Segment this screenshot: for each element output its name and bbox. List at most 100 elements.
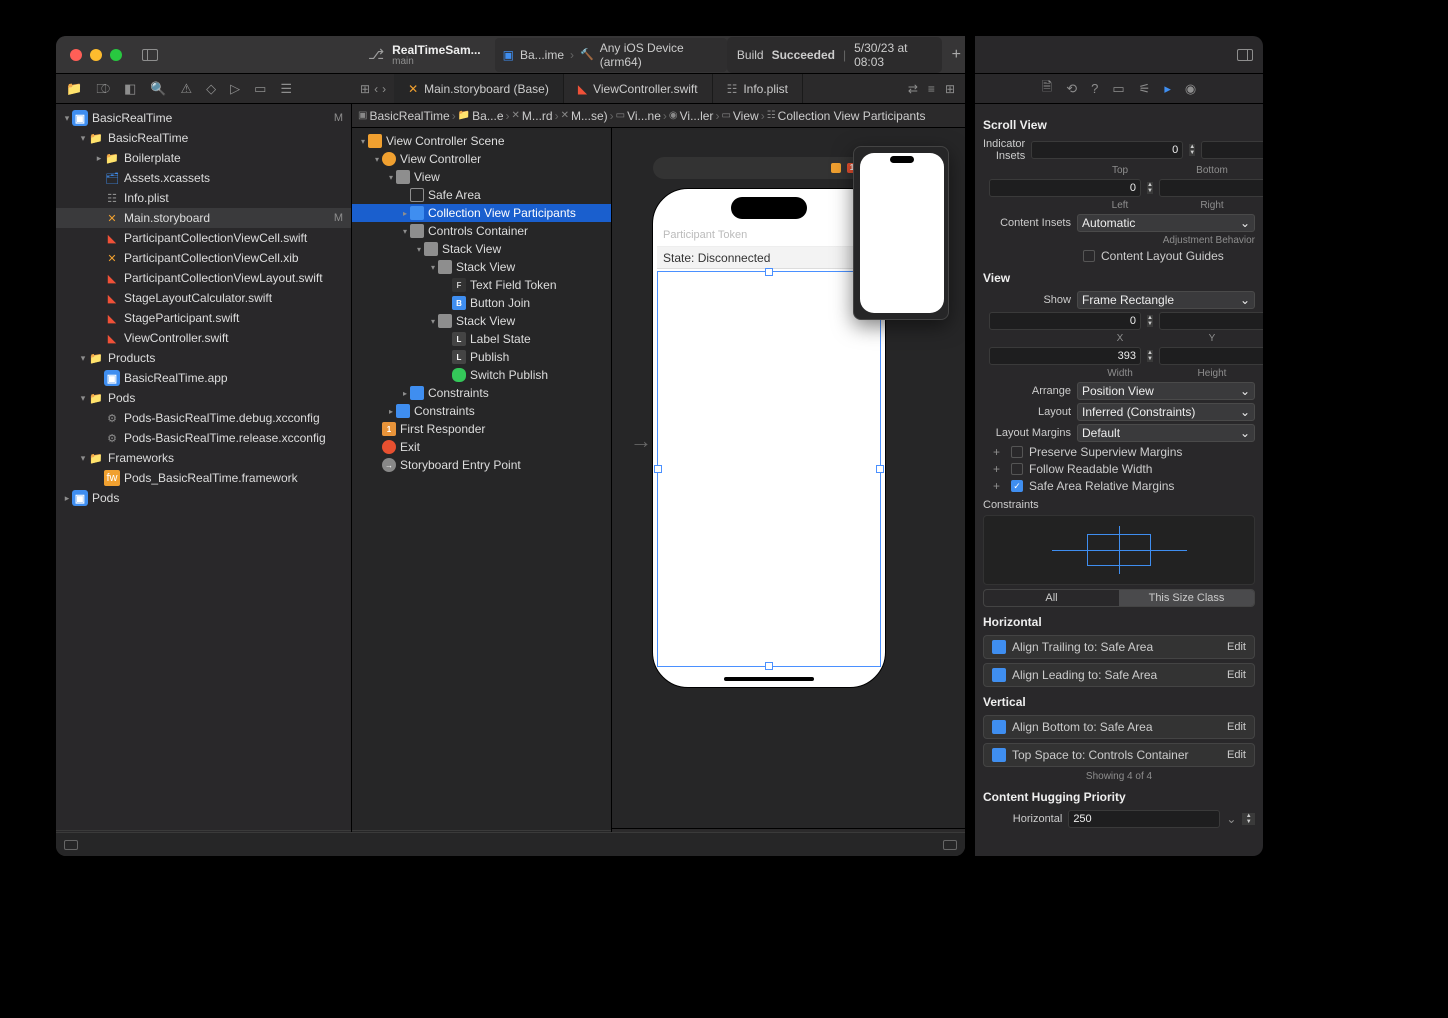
nav-item[interactable]: ◣StageLayoutCalculator.swift: [56, 288, 351, 308]
jump-bar[interactable]: ▣ BasicRealTime›📁 Ba...e›✕ M...rd›✕ M...…: [352, 104, 965, 128]
jump-bar-segment[interactable]: ☷ Collection View Participants: [767, 109, 926, 123]
tab-infoplist[interactable]: ☷ Info.plist: [713, 74, 803, 103]
constraint-bottom[interactable]: Align Bottom to: Safe Area Edit: [983, 715, 1255, 739]
help-inspector-icon[interactable]: ?: [1091, 81, 1098, 96]
build-status[interactable]: Build Succeeded | 5/30/23 at 08:03: [727, 37, 942, 73]
forward-button[interactable]: ›: [382, 82, 386, 96]
symbol-navigator-icon[interactable]: ◧: [124, 81, 136, 97]
outline-item[interactable]: LPublish: [352, 348, 611, 366]
toggle-navigator-icon[interactable]: [142, 49, 158, 61]
tab-viewcontroller[interactable]: ◣ ViewController.swift: [564, 74, 713, 103]
breakpoint-navigator-icon[interactable]: ▭: [254, 81, 266, 97]
related-items-icon[interactable]: ⇄: [908, 82, 918, 96]
jump-bar-segment[interactable]: 📁 Ba...e: [458, 109, 504, 123]
constraint-trailing[interactable]: Align Trailing to: Safe Area Edit: [983, 635, 1255, 659]
edit-button[interactable]: Edit: [1227, 669, 1246, 681]
close-button[interactable]: [70, 49, 82, 61]
edit-button[interactable]: Edit: [1227, 641, 1246, 653]
jump-bar-segment[interactable]: ▭ Vi...ne: [616, 109, 661, 123]
tab-main-storyboard[interactable]: ✕ Main.storyboard (Base): [394, 74, 564, 103]
test-navigator-icon[interactable]: ◇: [206, 81, 216, 97]
nav-item[interactable]: ▸▣Pods: [56, 488, 351, 508]
outline-tree[interactable]: ▾View Controller Scene▾View Controller▾V…: [352, 128, 611, 830]
resize-handle-left[interactable]: [654, 465, 662, 473]
history-inspector-icon[interactable]: ⟲: [1066, 81, 1077, 97]
nav-item[interactable]: ▾📁Frameworks: [56, 448, 351, 468]
x-input[interactable]: [989, 312, 1141, 330]
scene-dock[interactable]: 1: [653, 157, 885, 179]
edit-button[interactable]: Edit: [1227, 721, 1246, 733]
find-navigator-icon[interactable]: 🔍: [150, 81, 166, 97]
outline-item[interactable]: 1First Responder: [352, 420, 611, 438]
outline-item[interactable]: Exit: [352, 438, 611, 456]
outline-item[interactable]: FText Field Token: [352, 276, 611, 294]
issue-navigator-icon[interactable]: ⚠: [180, 81, 192, 97]
debug-navigator-icon[interactable]: ▷: [230, 81, 240, 97]
device-frame[interactable]: 1 Participant Token State: Disconnected …: [652, 188, 886, 688]
library-button[interactable]: +: [952, 46, 961, 64]
outline-item[interactable]: LLabel State: [352, 330, 611, 348]
nav-item[interactable]: ▾📁Pods: [56, 388, 351, 408]
outline-item[interactable]: ▾Stack View: [352, 312, 611, 330]
nav-item[interactable]: ✕Main.storyboardM: [56, 208, 351, 228]
minimize-button[interactable]: [90, 49, 102, 61]
width-input[interactable]: [989, 347, 1141, 365]
branch-icon[interactable]: ⎇: [368, 46, 384, 63]
outline-item[interactable]: ▾View: [352, 168, 611, 186]
view-controller-icon[interactable]: [831, 163, 841, 173]
outline-item[interactable]: ▾Controls Container: [352, 222, 611, 240]
layout-select[interactable]: Inferred (Constraints)⌄: [1077, 403, 1255, 421]
resize-handle-bottom[interactable]: [765, 662, 773, 670]
project-info[interactable]: RealTimeSam... main: [392, 43, 481, 67]
outline-item[interactable]: →Storyboard Entry Point: [352, 456, 611, 474]
y-input[interactable]: [1159, 312, 1263, 330]
nav-item[interactable]: ◣ParticipantCollectionViewLayout.swift: [56, 268, 351, 288]
arrange-select[interactable]: Position View⌄: [1077, 382, 1255, 400]
constraint-leading[interactable]: Align Leading to: Safe Area Edit: [983, 663, 1255, 687]
identity-inspector-icon[interactable]: ▭: [1112, 81, 1124, 97]
toggle-console-icon[interactable]: [943, 840, 957, 850]
outline-item[interactable]: ▾View Controller Scene: [352, 132, 611, 150]
show-select[interactable]: Frame Rectangle⌄: [1077, 291, 1255, 309]
edit-button[interactable]: Edit: [1227, 749, 1246, 761]
attributes-inspector-icon[interactable]: ⚟: [1139, 81, 1151, 97]
editor-options-icon[interactable]: ≡: [928, 82, 935, 96]
project-tree[interactable]: ▾▣BasicRealTimeM▾📁BasicRealTime▸📁Boilerp…: [56, 104, 351, 830]
outline-item[interactable]: ▸Collection View Participants: [352, 204, 611, 222]
outline-item[interactable]: BButton Join: [352, 294, 611, 312]
follow-checkbox[interactable]: [1011, 463, 1023, 475]
size-inspector-icon[interactable]: ▸: [1164, 81, 1171, 97]
seg-this[interactable]: This Size Class: [1119, 590, 1254, 606]
nav-item[interactable]: ⚙Pods-BasicRealTime.debug.xcconfig: [56, 408, 351, 428]
zoom-button[interactable]: [110, 49, 122, 61]
resize-handle-top[interactable]: [765, 268, 773, 276]
grid-icon[interactable]: ⊞: [360, 82, 370, 96]
safearea-checkbox[interactable]: ✓: [1011, 480, 1023, 492]
file-inspector-icon[interactable]: 🗎: [1042, 78, 1052, 100]
outline-item[interactable]: ▸Constraints: [352, 384, 611, 402]
outline-item[interactable]: ▾Stack View: [352, 240, 611, 258]
connections-inspector-icon[interactable]: ◉: [1185, 81, 1196, 97]
nav-item[interactable]: ▣BasicRealTime.app: [56, 368, 351, 388]
inset-top-input[interactable]: [1031, 141, 1183, 159]
hugging-horizontal-input[interactable]: [1068, 810, 1220, 828]
jump-bar-segment[interactable]: ✕ M...se): [561, 109, 608, 123]
resize-handle-right[interactable]: [876, 465, 884, 473]
nav-item[interactable]: ▸📁Boilerplate: [56, 148, 351, 168]
inset-bottom-input[interactable]: [1201, 141, 1263, 159]
token-field[interactable]: Participant Token: [657, 227, 881, 247]
jump-bar-segment[interactable]: ▣ BasicRealTime: [358, 109, 450, 123]
project-navigator-icon[interactable]: 📁: [66, 81, 82, 97]
back-button[interactable]: ‹: [374, 82, 378, 96]
nav-item[interactable]: ◣StageParticipant.swift: [56, 308, 351, 328]
toggle-inspector-icon[interactable]: [1237, 49, 1253, 61]
seg-all[interactable]: All: [984, 590, 1119, 606]
outline-item[interactable]: ▾Stack View: [352, 258, 611, 276]
content-insets-select[interactable]: Automatic⌄: [1077, 214, 1255, 232]
report-navigator-icon[interactable]: ☰: [280, 81, 292, 97]
inset-right-input[interactable]: [1159, 179, 1263, 197]
inset-left-input[interactable]: [989, 179, 1141, 197]
layout-margins-select[interactable]: Default⌄: [1077, 424, 1255, 442]
constraint-top[interactable]: Top Space to: Controls Container Edit: [983, 743, 1255, 767]
jump-bar-segment[interactable]: ✕ M...rd: [512, 109, 553, 123]
